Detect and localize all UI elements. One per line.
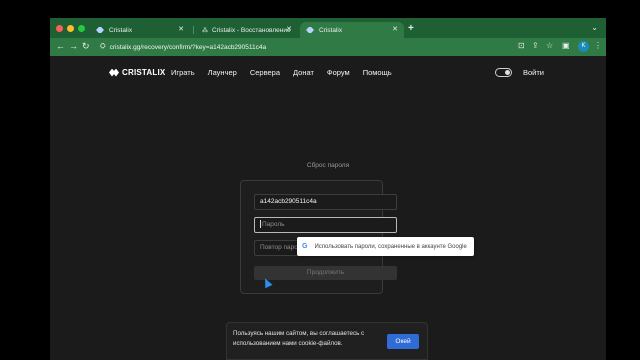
url-text: cristalix.gg/recovery/confirm/?key=a142a… (109, 43, 267, 51)
share-icon[interactable]: ⇪ (532, 41, 539, 50)
password-placeholder: Пароль (262, 221, 285, 228)
new-tab-button[interactable]: + (408, 23, 414, 34)
tab-separator (193, 26, 194, 34)
text-caret (260, 220, 261, 229)
back-arrow-icon[interactable]: ← (56, 41, 65, 51)
theme-toggle[interactable] (495, 68, 512, 77)
password-field[interactable]: Пароль (254, 217, 397, 233)
more-menu-icon[interactable]: ⋮ (594, 41, 602, 50)
tab-title: Cristalix (319, 26, 343, 34)
close-icon[interactable]: ✕ (392, 25, 398, 33)
site-info-icon[interactable]: ⛭ (100, 43, 106, 51)
site-logo[interactable]: CRISTALIX (109, 68, 165, 77)
close-icon[interactable]: ✕ (178, 25, 184, 33)
sidebar-icon[interactable]: ▣ (562, 41, 570, 50)
tab-bar: Cristalix ✕ ⁂ Cristalix - Восстановление… (50, 18, 606, 38)
browser-window: Cristalix ✕ ⁂ Cristalix - Восстановление… (50, 18, 606, 360)
maximize-window-button[interactable] (78, 25, 85, 32)
install-app-icon[interactable]: ⊡ (518, 41, 525, 50)
forward-arrow-icon[interactable]: → (69, 41, 78, 51)
tab-recovery[interactable]: ⁂ Cristalix - Восстановление п... ✕ (196, 22, 298, 38)
close-icon[interactable]: ✕ (286, 25, 292, 33)
page-title: Сброс пароля (306, 162, 350, 169)
main-nav: Играть Лаунчер Сервера Донат Форум Помощ… (171, 68, 405, 77)
cookie-text: Пользуясь нашим сайтом, вы соглашаетесь … (233, 330, 365, 347)
profile-avatar[interactable]: K (578, 41, 589, 52)
logo-text: CRISTALIX (122, 68, 166, 77)
cristalix-favicon-icon (96, 27, 104, 33)
login-link[interactable]: Войти (523, 68, 544, 77)
recovery-key-field[interactable]: a142acb290511c4a (254, 194, 397, 210)
nav-item-servers[interactable]: Сервера (250, 68, 280, 77)
bookmark-star-icon[interactable]: ☆ (546, 41, 553, 50)
cristalix-logo-icon (109, 68, 119, 77)
address-bar[interactable]: ⛭ cristalix.gg/recovery/confirm/?key=a14… (96, 40, 514, 54)
nav-item-donate[interactable]: Донат (293, 68, 314, 77)
browser-toolbar: ← → ↻ ⛭ cristalix.gg/recovery/confirm/?k… (50, 38, 606, 56)
minimize-window-button[interactable] (67, 25, 74, 32)
nav-item-play[interactable]: Играть (171, 68, 195, 77)
password-autofill-suggestion[interactable]: G Использовать пароли, сохраненные в акк… (297, 237, 474, 256)
autofill-text: Использовать пароли, сохраненные в аккау… (314, 243, 467, 250)
tab-title: Cristalix - Восстановление п... (212, 26, 292, 34)
cristalix-favicon-icon (306, 27, 314, 33)
toggle-knob (505, 70, 510, 75)
nav-item-forum[interactable]: Форум (327, 68, 350, 77)
tab-title: Cristalix (109, 26, 133, 34)
chevron-down-icon[interactable]: ⌄ (591, 23, 598, 32)
nav-item-launcher[interactable]: Лаунчер (208, 68, 237, 77)
tab-cristalix-active[interactable]: Cristalix ✕ (300, 22, 404, 38)
google-icon: G (302, 243, 308, 250)
close-window-button[interactable] (56, 25, 63, 32)
cookie-accept-button[interactable]: Окей (387, 334, 419, 349)
ai-favicon-icon: ⁂ (202, 27, 208, 34)
tab-cristalix-1[interactable]: Cristalix ✕ (90, 22, 190, 38)
reload-icon[interactable]: ↻ (82, 41, 90, 52)
continue-button[interactable]: Продолжить (254, 266, 397, 280)
nav-item-help[interactable]: Помощь (363, 68, 392, 77)
page-content: CRISTALIX Играть Лаунчер Сервера Донат Ф… (50, 56, 606, 360)
